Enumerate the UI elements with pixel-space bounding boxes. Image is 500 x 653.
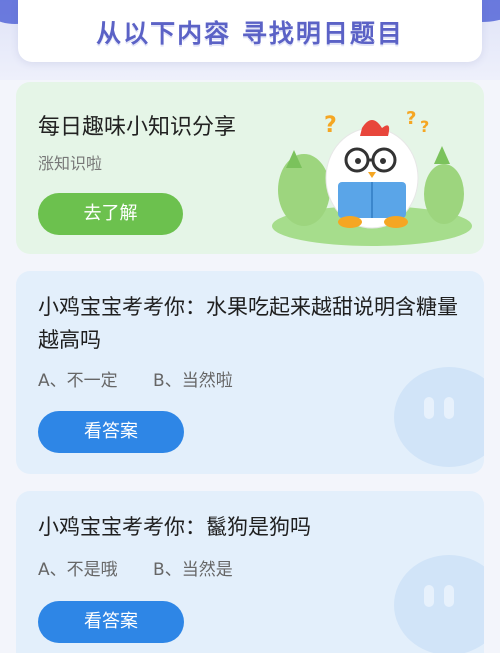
option-b: B、当然啦 — [153, 371, 233, 391]
question-card: 小鸡宝宝考考你：水果吃起来越甜说明含糖量越高吗 A、不一定 B、当然啦 看答案 — [16, 271, 484, 474]
view-answer-button[interactable]: 看答案 — [38, 411, 184, 453]
chick-reading-icon: ? ? ? — [272, 108, 472, 246]
question-card: 小鸡宝宝考考你：鬣狗是狗吗 A、不是哦 B、当然是 看答案 — [16, 491, 484, 653]
svg-text:?: ? — [406, 108, 416, 129]
question-options: A、不一定 B、当然啦 — [38, 366, 263, 391]
promo-card[interactable]: 每日趣味小知识分享 涨知识啦 去了解 ? ? ? — [16, 82, 484, 254]
svg-text:?: ? — [324, 113, 337, 138]
chat-bubble-icon — [394, 555, 484, 653]
chat-bubble-icon — [394, 367, 484, 467]
question-options: A、不是哦 B、当然是 — [38, 555, 263, 580]
promo-title: 每日趣味小知识分享 — [38, 115, 237, 140]
option-a: A、不一定 — [38, 371, 118, 391]
header-card: 从以下内容 寻找明日题目 — [18, 0, 482, 62]
question-title: 小鸡宝宝考考你：水果吃起来越甜说明含糖量越高吗 — [38, 295, 458, 352]
svg-text:?: ? — [420, 117, 429, 136]
option-b: B、当然是 — [153, 560, 233, 580]
promo-subtitle: 涨知识啦 — [38, 154, 103, 173]
question-title: 小鸡宝宝考考你：鬣狗是狗吗 — [38, 515, 311, 539]
learn-more-button[interactable]: 去了解 — [38, 193, 183, 235]
option-a: A、不是哦 — [38, 560, 118, 580]
view-answer-button[interactable]: 看答案 — [38, 601, 184, 643]
page-title: 从以下内容 寻找明日题目 — [96, 19, 404, 48]
